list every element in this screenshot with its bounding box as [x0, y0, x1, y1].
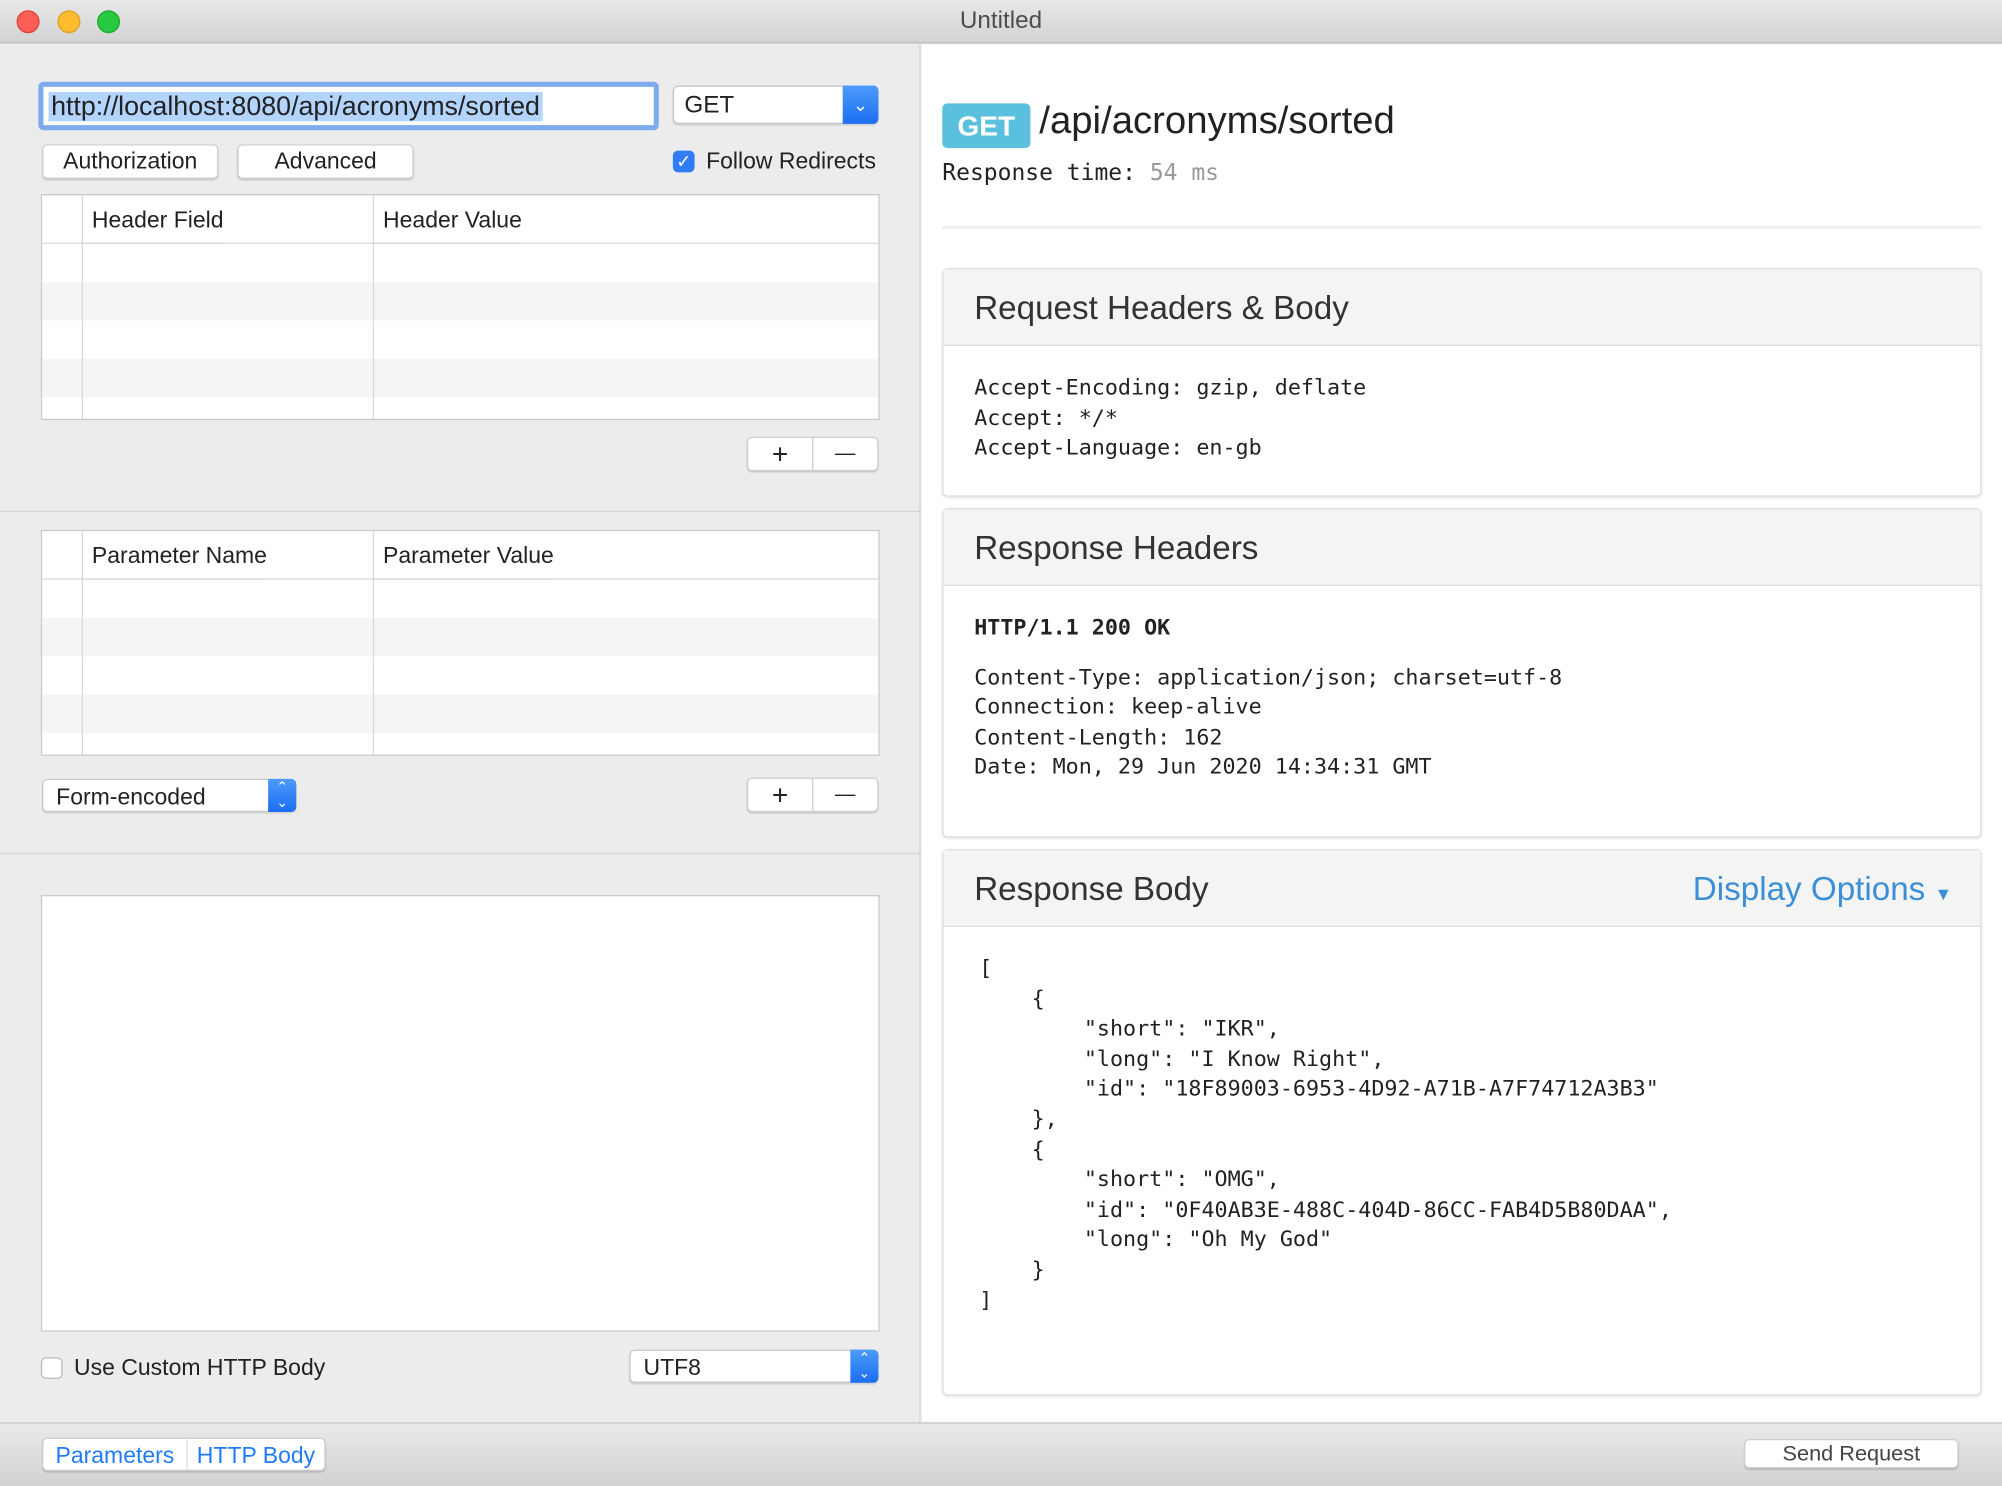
- url-input[interactable]: http://localhost:8080/api/acronyms/sorte…: [38, 81, 659, 131]
- status-line: HTTP/1.1 200 OK: [974, 615, 1171, 641]
- zoom-window-button[interactable]: [97, 10, 121, 34]
- response-headers-text: Content-Type: application/json; charset=…: [974, 664, 1563, 781]
- column-header-value[interactable]: Header Value: [372, 195, 522, 244]
- caret-down-icon: ▼: [1934, 883, 1953, 904]
- send-request-button[interactable]: Send Request: [1744, 1438, 1959, 1469]
- panel-title: Request Headers & Body: [943, 269, 1981, 347]
- divider: [0, 852, 921, 855]
- authorization-button[interactable]: Authorization: [42, 144, 219, 179]
- view-segmented-control: Parameters HTTP Body: [42, 1437, 326, 1471]
- response-time: Response time: 54 ms: [942, 160, 1219, 187]
- request-headers-panel: Request Headers & Body Accept-Encoding: …: [942, 268, 1982, 497]
- column-parameter-value[interactable]: Parameter Value: [372, 531, 554, 580]
- response-path: /api/acronyms/sorted: [1039, 99, 1395, 142]
- column-header-field[interactable]: Header Field: [81, 195, 224, 244]
- add-header-button[interactable]: +: [748, 437, 814, 470]
- column-parameter-name[interactable]: Parameter Name: [81, 531, 267, 580]
- response-body-panel: Response Body Display Options ▼ [ { "sho…: [942, 849, 1982, 1396]
- parameters-table[interactable]: Parameter Name Parameter Value: [40, 529, 880, 756]
- header-add-remove: + —: [746, 436, 879, 472]
- http-body-textarea[interactable]: [40, 895, 880, 1332]
- title-bar: Untitled: [0, 0, 2002, 44]
- up-down-chevron-icon: ⌃ ⌄: [268, 778, 297, 813]
- follow-redirects-checkbox[interactable]: ✓: [672, 150, 695, 173]
- panel-title: Response Headers: [943, 509, 1981, 587]
- follow-redirects-label: Follow Redirects: [706, 148, 876, 174]
- add-parameter-button[interactable]: +: [748, 778, 814, 811]
- charset-select[interactable]: UTF8 ⌃ ⌄: [629, 1349, 879, 1383]
- response-body-text: [ { "short": "IKR", "long": "I Know Righ…: [979, 956, 1672, 1314]
- url-text: http://localhost:8080/api/acronyms/sorte…: [48, 91, 543, 122]
- encoding-value: Form-encoded: [56, 783, 206, 810]
- panel-title: Response Body: [974, 869, 1209, 908]
- chevron-down-icon: ⌄: [842, 85, 879, 124]
- up-down-chevron-icon: ⌃ ⌄: [850, 1349, 879, 1383]
- response-time-value: 54 ms: [1149, 159, 1220, 187]
- response-headers-panel: Response Headers HTTP/1.1 200 OK Content…: [942, 508, 1982, 838]
- tab-http-body[interactable]: HTTP Body: [188, 1439, 325, 1470]
- charset-value: UTF8: [643, 1354, 701, 1381]
- encoding-select[interactable]: Form-encoded ⌃ ⌄: [42, 778, 297, 813]
- tab-parameters[interactable]: Parameters: [43, 1438, 188, 1470]
- response-time-label: Response time:: [942, 159, 1136, 187]
- remove-parameter-button[interactable]: —: [813, 779, 877, 811]
- method-select[interactable]: GET ⌄: [672, 85, 879, 124]
- request-headers-text: Accept-Encoding: gzip, deflate Accept: *…: [974, 375, 1367, 462]
- display-options-button[interactable]: Display Options ▼: [1693, 850, 1952, 932]
- divider: [942, 225, 1982, 229]
- method-badge: GET: [942, 103, 1031, 149]
- close-window-button[interactable]: [16, 10, 40, 34]
- window-title: Untitled: [959, 7, 1043, 35]
- method-value: GET: [684, 91, 735, 119]
- param-add-remove: + —: [746, 777, 879, 813]
- minimize-window-button[interactable]: [57, 10, 81, 34]
- use-custom-body-label: Use Custom HTTP Body: [74, 1354, 326, 1381]
- remove-header-button[interactable]: —: [813, 438, 877, 470]
- advanced-button[interactable]: Advanced: [237, 144, 414, 179]
- use-custom-body-checkbox[interactable]: [40, 1357, 63, 1379]
- headers-table[interactable]: Header Field Header Value: [40, 194, 880, 421]
- display-options-label: Display Options: [1692, 869, 1926, 908]
- divider: [0, 510, 921, 512]
